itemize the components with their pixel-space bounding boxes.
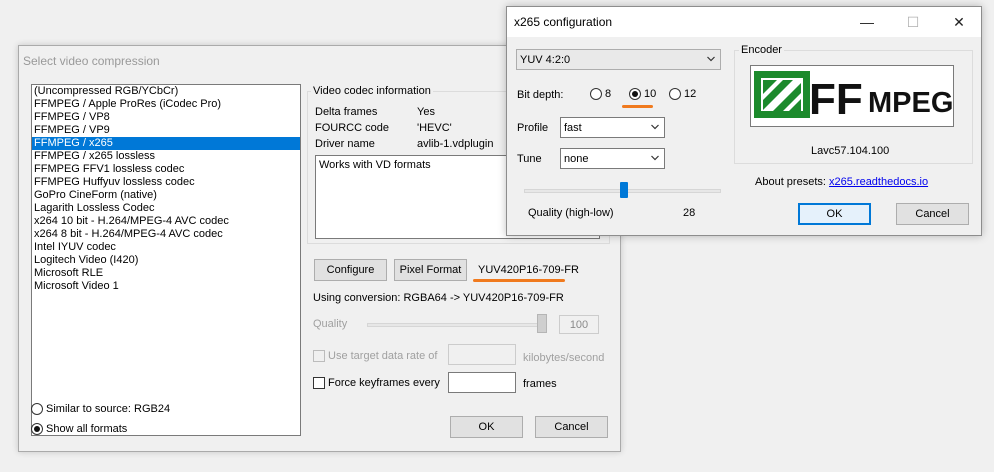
x265-quality-slider-thumb[interactable] <box>620 182 630 201</box>
codec-list-item[interactable]: x264 8 bit - H.264/MPEG-4 AVC codec <box>32 228 300 241</box>
codec-list-item[interactable]: FFMPEG / x265 lossless <box>32 150 300 163</box>
codec-list-item[interactable]: Lagarith Lossless Codec <box>32 202 300 215</box>
codec-list-item[interactable]: FFMPEG Huffyuv lossless codec <box>32 176 300 189</box>
chevron-down-icon <box>651 124 659 130</box>
slider-thumb-icon <box>620 182 629 198</box>
select-value: fast <box>564 121 582 134</box>
x265-cancel-button[interactable]: Cancel <box>896 203 969 225</box>
codec-list-item[interactable]: (Uncompressed RGB/YCbCr) <box>32 85 300 98</box>
codec-list[interactable]: (Uncompressed RGB/YCbCr) FFMPEG / Apple P… <box>31 84 301 436</box>
checkbox-label: Force keyframes every <box>328 377 440 389</box>
x265-quality-label: Quality (high-low) <box>528 207 614 219</box>
tune-select[interactable]: none <box>560 148 665 169</box>
profile-select[interactable]: fast <box>560 117 665 138</box>
codec-list-item[interactable]: FFMPEG FFV1 lossless codec <box>32 163 300 176</box>
target-data-rate-unit: kilobytes/second <box>523 352 605 364</box>
x265-quality-value: 28 <box>683 207 696 219</box>
about-presets-link[interactable]: x265.readthedocs.io <box>829 176 928 188</box>
pixel-format-button[interactable]: Pixel Format <box>394 259 467 281</box>
radio-label: 8 <box>605 88 612 100</box>
x265-configuration-dialog: x265 configuration — ☐ ✕ YUV 4:2:0 Bit d… <box>506 6 982 236</box>
chevron-down-icon <box>651 155 659 161</box>
radio-label: 12 <box>684 88 697 100</box>
codec-list-item[interactable]: FFMPEG / VP8 <box>32 111 300 124</box>
select-value: YUV 4:2:0 <box>520 53 571 66</box>
keyframes-field[interactable] <box>448 372 516 393</box>
dialog-title: Select video compression <box>23 54 160 68</box>
quality-value-field[interactable]: 100 <box>559 315 599 334</box>
tune-label: Tune <box>517 153 542 165</box>
select-value: none <box>564 152 589 165</box>
checkbox-label: Use target data rate of <box>328 350 438 362</box>
delta-frames-label: Delta frames <box>315 106 378 118</box>
codec-list-item[interactable]: Microsoft RLE <box>32 267 300 280</box>
radio-label: Show all formats <box>46 423 128 435</box>
maximize-icon: ☐ <box>906 13 920 30</box>
target-data-rate-field[interactable] <box>448 344 516 365</box>
target-data-rate-checkbox[interactable]: Use target data rate of <box>313 350 437 362</box>
checkbox-icon <box>313 377 325 389</box>
profile-label: Profile <box>517 122 549 134</box>
similar-to-source-radio[interactable]: Similar to source: RGB24 <box>31 403 170 415</box>
bit-depth-10-radio[interactable]: 10 <box>629 88 656 100</box>
radio-on-icon <box>31 423 43 435</box>
close-icon[interactable]: ✕ <box>936 7 982 37</box>
fourcc-value: 'HEVC' <box>417 122 452 134</box>
svg-text:MPEG: MPEG <box>868 87 953 119</box>
show-all-formats-radio[interactable]: Show all formats <box>31 423 127 435</box>
quality-label: Quality <box>313 318 348 330</box>
keyframes-unit: frames <box>523 378 557 390</box>
highlight-underline <box>622 105 653 108</box>
codec-info-group-label: Video codec information <box>311 85 433 97</box>
slider-thumb-icon <box>537 314 547 333</box>
codec-list-item[interactable]: Microsoft Video 1 <box>32 280 300 293</box>
color-format-select[interactable]: YUV 4:2:0 <box>516 49 721 70</box>
radio-off-icon <box>590 88 602 100</box>
x265-ok-button[interactable]: OK <box>798 203 871 225</box>
bit-depth-label: Bit depth: <box>517 89 564 101</box>
codec-list-item[interactable]: x264 10 bit - H.264/MPEG-4 AVC codec <box>32 215 300 228</box>
codec-list-item[interactable]: Logitech Video (I420) <box>32 254 300 267</box>
codec-list-item[interactable]: FFMPEG / Apple ProRes (iCodec Pro) <box>32 98 300 111</box>
force-keyframes-checkbox[interactable]: Force keyframes every <box>313 377 440 389</box>
configure-button[interactable]: Configure <box>314 259 387 281</box>
svg-text:FF: FF <box>809 75 863 124</box>
radio-label: 10 <box>644 88 657 100</box>
highlight-underline <box>473 279 565 282</box>
chevron-down-icon <box>707 56 715 62</box>
quality-slider-track <box>367 323 547 327</box>
codec-list-item[interactable]: Intel IYUV codec <box>32 241 300 254</box>
ffmpeg-logo-icon: FF MPEG <box>754 71 953 124</box>
pixel-format-value: YUV420P16-709-FR <box>478 264 579 276</box>
bit-depth-8-radio[interactable]: 8 <box>590 88 611 100</box>
radio-label: Similar to source: RGB24 <box>46 403 171 415</box>
ok-button[interactable]: OK <box>450 416 523 438</box>
codec-list-item[interactable]: FFMPEG / x265 <box>32 137 300 150</box>
title-bar[interactable]: x265 configuration — ☐ ✕ <box>507 7 981 37</box>
cancel-button[interactable]: Cancel <box>535 416 608 438</box>
codec-list-item[interactable]: FFMPEG / VP9 <box>32 124 300 137</box>
encoder-version: Lavc57.104.100 <box>811 145 890 157</box>
driver-name-label: Driver name <box>315 138 375 150</box>
checkbox-icon <box>313 350 325 362</box>
about-presets-label: About presets: <box>755 176 826 188</box>
fourcc-label: FOURCC code <box>315 122 389 134</box>
conversion-text: Using conversion: RGBA64 -> YUV420P16-70… <box>313 292 564 304</box>
ffmpeg-logo: FF MPEG <box>750 65 954 127</box>
radio-off-icon <box>669 88 681 100</box>
delta-frames-value: Yes <box>417 106 435 118</box>
encoder-group-label: Encoder <box>739 44 784 56</box>
codec-list-item[interactable]: GoPro CineForm (native) <box>32 189 300 202</box>
quality-slider-thumb[interactable] <box>537 314 547 333</box>
bit-depth-12-radio[interactable]: 12 <box>669 88 696 100</box>
radio-on-icon <box>629 88 641 100</box>
driver-name-value: avlib-1.vdplugin <box>417 138 494 150</box>
dialog-title: x265 configuration <box>514 15 613 29</box>
radio-off-icon <box>31 403 43 415</box>
minimize-icon[interactable]: — <box>844 7 890 37</box>
